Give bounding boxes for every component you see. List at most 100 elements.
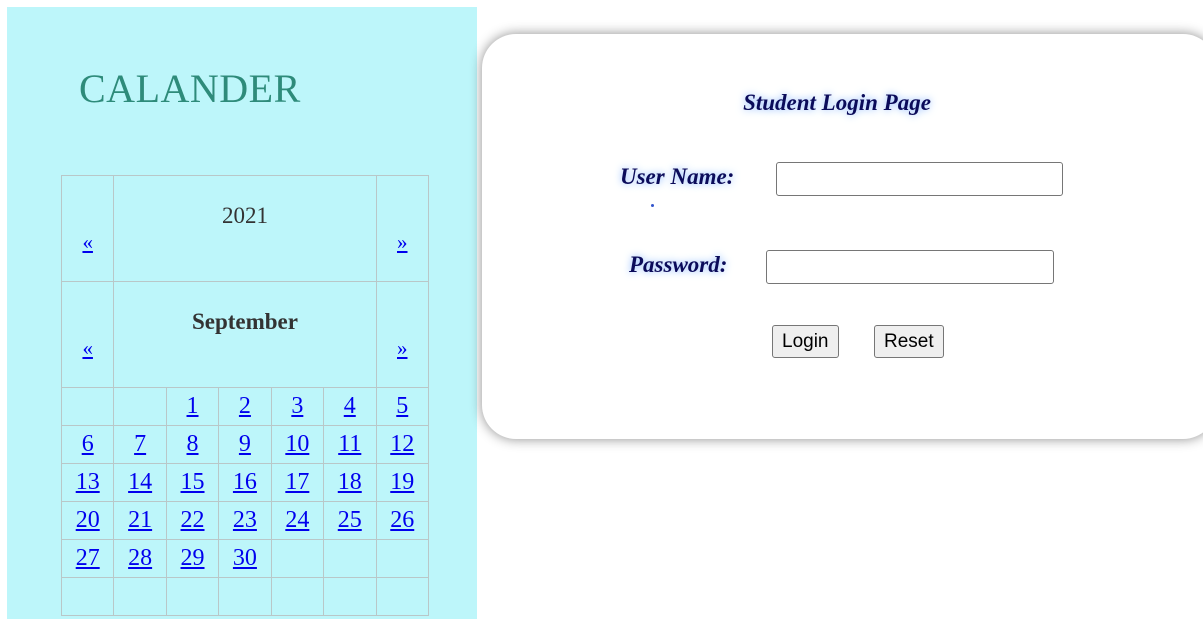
day-link[interactable]: 5	[396, 393, 408, 419]
day-link[interactable]: 21	[128, 507, 152, 533]
day-link[interactable]: 30	[233, 545, 257, 571]
year-cell: 2021	[113, 175, 377, 282]
day-cell: 4	[323, 387, 377, 426]
day-cell: 3	[270, 387, 325, 426]
day-cell: 13	[60, 463, 115, 502]
day-cell	[60, 387, 115, 426]
login-button[interactable]: Login	[772, 325, 839, 358]
day-link[interactable]: 26	[390, 507, 414, 533]
day-link[interactable]: 25	[338, 507, 362, 533]
day-cell: 28	[113, 539, 167, 578]
year-row: « 2021 »	[60, 175, 429, 282]
week-row	[60, 577, 429, 616]
reset-button[interactable]: Reset	[874, 325, 944, 358]
day-link[interactable]: 27	[76, 545, 100, 571]
day-cell: 17	[270, 463, 325, 502]
day-link[interactable]: 23	[233, 507, 257, 533]
day-cell: 23	[218, 501, 272, 540]
calendar-title: CALANDER	[79, 66, 301, 111]
day-cell	[270, 577, 325, 616]
calendar-days: 1 2 3 4 5 6 7 8 9 10 11 12 13 14 15 16 17 18 19 20 21 22 23 24 2…	[60, 387, 429, 616]
day-link[interactable]: 10	[285, 431, 309, 457]
day-cell: 9	[218, 425, 272, 464]
day-link[interactable]: 20	[76, 507, 100, 533]
week-row: 1 2 3 4 5	[60, 387, 429, 426]
day-link[interactable]: 12	[390, 431, 414, 457]
day-cell: 20	[60, 501, 115, 540]
day-cell: 30	[218, 539, 272, 578]
day-cell: 25	[323, 501, 377, 540]
day-cell: 27	[60, 539, 115, 578]
day-cell: 18	[323, 463, 377, 502]
week-row: 6 7 8 9 10 11 12	[60, 425, 429, 464]
prev-month-link[interactable]: «	[82, 336, 93, 360]
day-cell: 7	[113, 425, 167, 464]
calendar-table: « 2021 » « September » 1 2 3 4 5 6 7 8 9 10 11 12 13…	[60, 175, 429, 616]
password-label: Password:	[629, 252, 728, 277]
day-link[interactable]: 2	[239, 393, 251, 419]
day-cell: 26	[375, 501, 429, 540]
day-link[interactable]: 16	[233, 469, 257, 495]
month-cell: September	[113, 281, 377, 388]
login-heading: Student Login Page	[743, 90, 931, 115]
day-cell: 8	[165, 425, 220, 464]
day-cell	[113, 577, 167, 616]
username-label: User Name:	[620, 164, 735, 189]
day-cell: 24	[270, 501, 325, 540]
week-row: 27 28 29 30	[60, 539, 429, 578]
prev-year-cell: «	[60, 175, 115, 282]
day-cell: 11	[323, 425, 377, 464]
day-cell: 12	[375, 425, 429, 464]
day-link[interactable]: 28	[128, 545, 152, 571]
day-link[interactable]: 11	[338, 431, 361, 457]
day-link[interactable]: 9	[239, 431, 251, 457]
day-cell: 15	[165, 463, 220, 502]
day-cell	[113, 387, 167, 426]
day-cell: 6	[60, 425, 115, 464]
day-link[interactable]: 7	[134, 431, 146, 457]
day-link[interactable]: 1	[187, 393, 199, 419]
password-input[interactable]	[766, 250, 1054, 284]
day-cell: 21	[113, 501, 167, 540]
week-row: 20 21 22 23 24 25 26	[60, 501, 429, 540]
next-month-link[interactable]: »	[397, 336, 408, 360]
next-year-link[interactable]: »	[397, 230, 408, 254]
day-link[interactable]: 13	[76, 469, 100, 495]
day-link[interactable]: 19	[390, 469, 414, 495]
day-link[interactable]: 18	[338, 469, 362, 495]
day-cell	[60, 577, 115, 616]
day-link[interactable]: 4	[344, 393, 356, 419]
day-cell	[323, 577, 377, 616]
month-label: September	[191, 308, 298, 334]
year-label: 2021	[221, 202, 268, 228]
week-row: 13 14 15 16 17 18 19	[60, 463, 429, 502]
next-year-cell: »	[375, 175, 429, 282]
day-cell: 14	[113, 463, 167, 502]
day-link[interactable]: 29	[181, 545, 205, 571]
prev-year-link[interactable]: «	[82, 230, 93, 254]
day-cell	[375, 539, 429, 578]
day-cell	[323, 539, 377, 578]
day-cell: 19	[375, 463, 429, 502]
day-cell: 1	[165, 387, 220, 426]
day-link[interactable]: 15	[181, 469, 205, 495]
day-link[interactable]: 8	[187, 431, 199, 457]
day-cell	[218, 577, 272, 616]
username-input[interactable]	[776, 162, 1063, 196]
month-row: « September »	[60, 281, 429, 388]
day-cell: 16	[218, 463, 272, 502]
day-cell	[375, 577, 429, 616]
day-cell: 2	[218, 387, 272, 426]
day-cell: 29	[165, 539, 220, 578]
day-link[interactable]: 17	[285, 469, 309, 495]
day-link[interactable]: 22	[181, 507, 205, 533]
prev-month-cell: «	[60, 281, 115, 388]
day-link[interactable]: 24	[285, 507, 309, 533]
login-card: Student Login Page User Name: Password: …	[482, 34, 1203, 439]
day-cell	[165, 577, 220, 616]
day-link[interactable]: 3	[291, 393, 303, 419]
day-link[interactable]: 6	[82, 431, 94, 457]
decorative-dot	[651, 204, 654, 207]
day-cell: 5	[375, 387, 429, 426]
day-link[interactable]: 14	[128, 469, 152, 495]
